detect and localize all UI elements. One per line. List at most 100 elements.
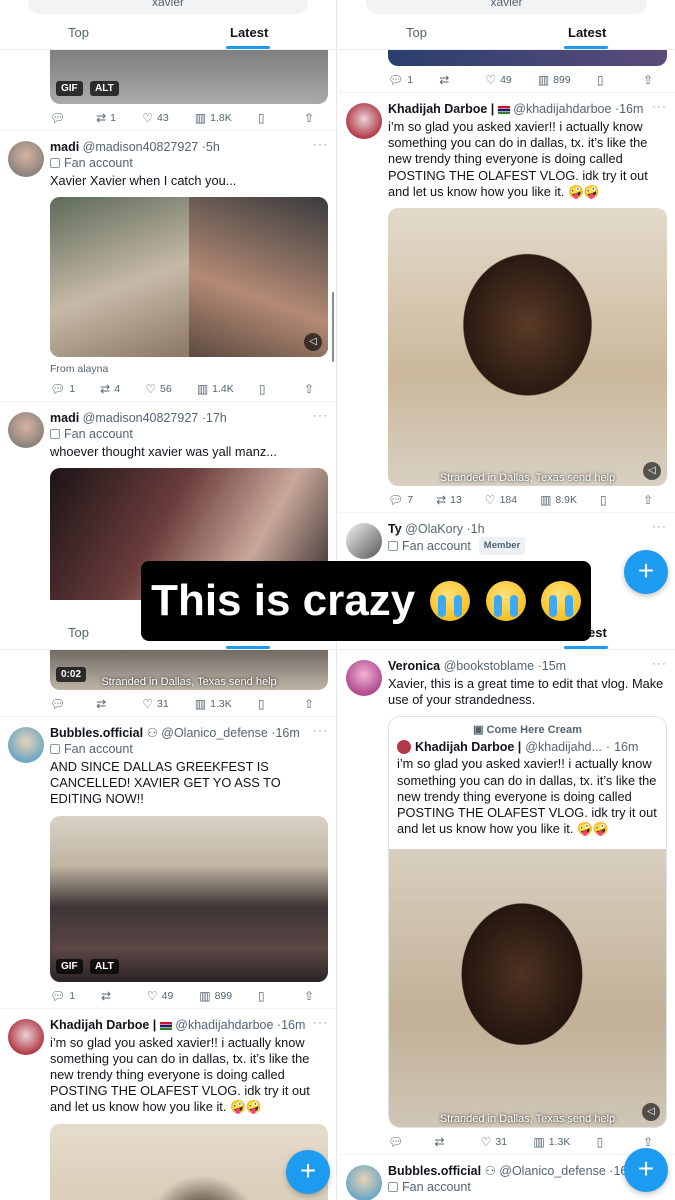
views-button[interactable]: ▥ 899 [199, 990, 232, 1002]
quoted-media-video[interactable]: Stranded in Dallas, Texas send help ◁ [389, 849, 666, 1128]
tweet[interactable]: 💬︎ 1 ⇄ ♡ 49 ▥ 899 ▯ ⇧ [338, 50, 675, 93]
author-handle[interactable]: @madison40827927 [83, 411, 199, 425]
tab-top[interactable]: Top [406, 25, 427, 40]
author-name[interactable]: Ty [388, 522, 402, 536]
share-button[interactable]: ⇧ [304, 112, 324, 124]
more-icon[interactable]: ··· [313, 408, 328, 422]
community-label[interactable]: Fan account [50, 155, 328, 171]
reply-button[interactable]: 💬︎ 7 [388, 494, 413, 506]
repost-button[interactable]: ⇄ [439, 74, 459, 86]
tweet-media-video[interactable]: ◁ [50, 197, 328, 358]
share-button[interactable]: ⇧ [643, 494, 663, 506]
tweet-media-gif[interactable]: GIF ALT [50, 50, 328, 104]
repost-button[interactable]: ⇄ 4 [100, 383, 120, 395]
more-icon[interactable]: ··· [652, 656, 667, 670]
like-button[interactable]: ♡ 31 [142, 698, 168, 710]
bookmark-button[interactable]: ▯ [597, 1136, 617, 1148]
compose-button[interactable]: + [624, 1148, 668, 1192]
like-button[interactable]: ♡ 184 [485, 494, 517, 506]
tweet[interactable]: Veronica @bookstoblame ·15m ··· Xavier, … [338, 650, 675, 1156]
share-button[interactable]: ⇧ [643, 74, 663, 86]
compose-button[interactable]: + [286, 1150, 330, 1194]
alt-chip[interactable]: ALT [90, 958, 119, 974]
avatar[interactable] [346, 1165, 382, 1200]
like-button[interactable]: ♡ 31 [481, 1136, 507, 1148]
author-handle[interactable]: @khadijahdarboe [175, 1018, 273, 1032]
community-label[interactable]: Fan account [50, 426, 328, 442]
tab-latest[interactable]: Latest [230, 25, 268, 40]
author-handle[interactable]: @khadijahd... [525, 740, 602, 754]
tweet-time[interactable]: 17h [206, 411, 227, 425]
more-icon[interactable]: ··· [313, 137, 328, 151]
author-handle[interactable]: @OlaKory [405, 522, 463, 536]
bookmark-button[interactable]: ▯ [258, 698, 278, 710]
repost-button[interactable]: ⇄ 1 [96, 112, 116, 124]
share-button[interactable]: ⇧ [304, 698, 324, 710]
reply-button[interactable]: 💬︎ 1 [388, 74, 413, 86]
tweet-time[interactable]: 1h [471, 522, 485, 536]
more-icon[interactable]: ··· [313, 723, 328, 737]
share-button[interactable]: ⇧ [304, 383, 324, 395]
compose-button[interactable]: + [624, 550, 668, 594]
tweet[interactable]: Khadijah Darboe | @khadijahdarboe ·16m ·… [338, 93, 675, 514]
tweet-time[interactable]: 16m [275, 726, 299, 740]
repost-button[interactable]: ⇄ [96, 698, 116, 710]
views-button[interactable]: ▥ 1.3K [533, 1136, 570, 1148]
search-input[interactable]: xavier [28, 0, 308, 14]
community-label[interactable]: Fan account Member [388, 537, 667, 556]
like-button[interactable]: ♡ 49 [147, 990, 173, 1002]
author-handle[interactable]: @Olanico_defense [161, 726, 268, 740]
views-button[interactable]: ▥ 899 [538, 74, 571, 86]
author-handle[interactable]: @bookstoblame [444, 659, 535, 673]
search-input[interactable]: xavier [366, 0, 647, 14]
author-name[interactable]: Veronica [388, 659, 440, 673]
like-button[interactable]: ♡ 56 [145, 383, 171, 395]
reply-button[interactable]: 💬︎ [388, 1136, 408, 1148]
bookmark-button[interactable]: ▯ [600, 494, 620, 506]
author-handle[interactable]: @khadijahdarboe [513, 102, 611, 116]
tweet[interactable]: madi @madison40827927 ·5h ··· Fan accoun… [0, 131, 336, 403]
bookmark-button[interactable]: ▯ [597, 74, 617, 86]
views-button[interactable]: ▥ 8.9K [540, 494, 577, 506]
bookmark-button[interactable]: ▯ [259, 383, 279, 395]
views-button[interactable]: ▥ 1.4K [197, 383, 234, 395]
views-button[interactable]: ▥ 1.8K [195, 112, 232, 124]
author-handle[interactable]: @Olanico_defense [499, 1164, 606, 1178]
author-name[interactable]: Khadijah Darboe | [50, 1018, 156, 1032]
author-name[interactable]: Bubbles.official [50, 726, 143, 740]
avatar[interactable] [397, 740, 411, 755]
views-button[interactable]: ▥ 1.3K [195, 698, 232, 710]
tab-top[interactable]: Top [68, 625, 89, 640]
tweet[interactable]: Ty @OlaKory ·1h ··· Fan account Member [338, 513, 675, 561]
tab-top[interactable]: Top [68, 25, 89, 40]
author-handle[interactable]: @madison40827927 [83, 140, 199, 154]
tweet-time[interactable]: 15m [542, 659, 566, 673]
alt-chip[interactable]: ALT [90, 81, 119, 96]
bookmark-button[interactable]: ▯ [258, 990, 278, 1002]
community-label[interactable]: Fan account [50, 741, 328, 757]
tweet[interactable]: GIF ALT 💬︎ ⇄ 1 ♡ 43 ▥ 1.8K ▯ ⇧ [0, 50, 336, 131]
reply-button[interactable]: 💬︎ [50, 112, 70, 124]
more-icon[interactable]: ··· [652, 99, 667, 113]
mute-icon[interactable]: ◁ [643, 462, 661, 481]
avatar[interactable] [8, 141, 44, 177]
author-name[interactable]: Khadijah Darboe | [415, 740, 521, 754]
avatar[interactable] [8, 1018, 44, 1055]
tweet-media-gif[interactable]: GIF ALT [50, 815, 328, 982]
repost-button[interactable]: ⇄ 13 [436, 494, 462, 506]
scrollbar[interactable] [332, 292, 334, 362]
repost-button[interactable]: ⇄ [101, 990, 121, 1002]
tweet[interactable]: Bubbles.official ⚇ @Olanico_defense ·16m… [0, 717, 336, 1009]
like-button[interactable]: ♡ 49 [485, 74, 511, 86]
share-button[interactable]: ⇧ [643, 1136, 663, 1148]
reply-button[interactable]: 💬︎ [50, 698, 70, 710]
author-name[interactable]: madi [50, 140, 79, 154]
reply-button[interactable]: 💬︎ 1 [50, 383, 75, 395]
share-button[interactable]: ⇧ [304, 990, 324, 1002]
like-button[interactable]: ♡ 43 [142, 112, 168, 124]
repost-button[interactable]: ⇄ [434, 1136, 454, 1148]
avatar[interactable] [346, 103, 382, 139]
tweet-time[interactable]: 5h [206, 140, 220, 154]
tweet-media-video[interactable]: Stranded in Dallas, Texas send help ◁ [388, 208, 667, 487]
author-name[interactable]: Bubbles.official [388, 1164, 481, 1178]
